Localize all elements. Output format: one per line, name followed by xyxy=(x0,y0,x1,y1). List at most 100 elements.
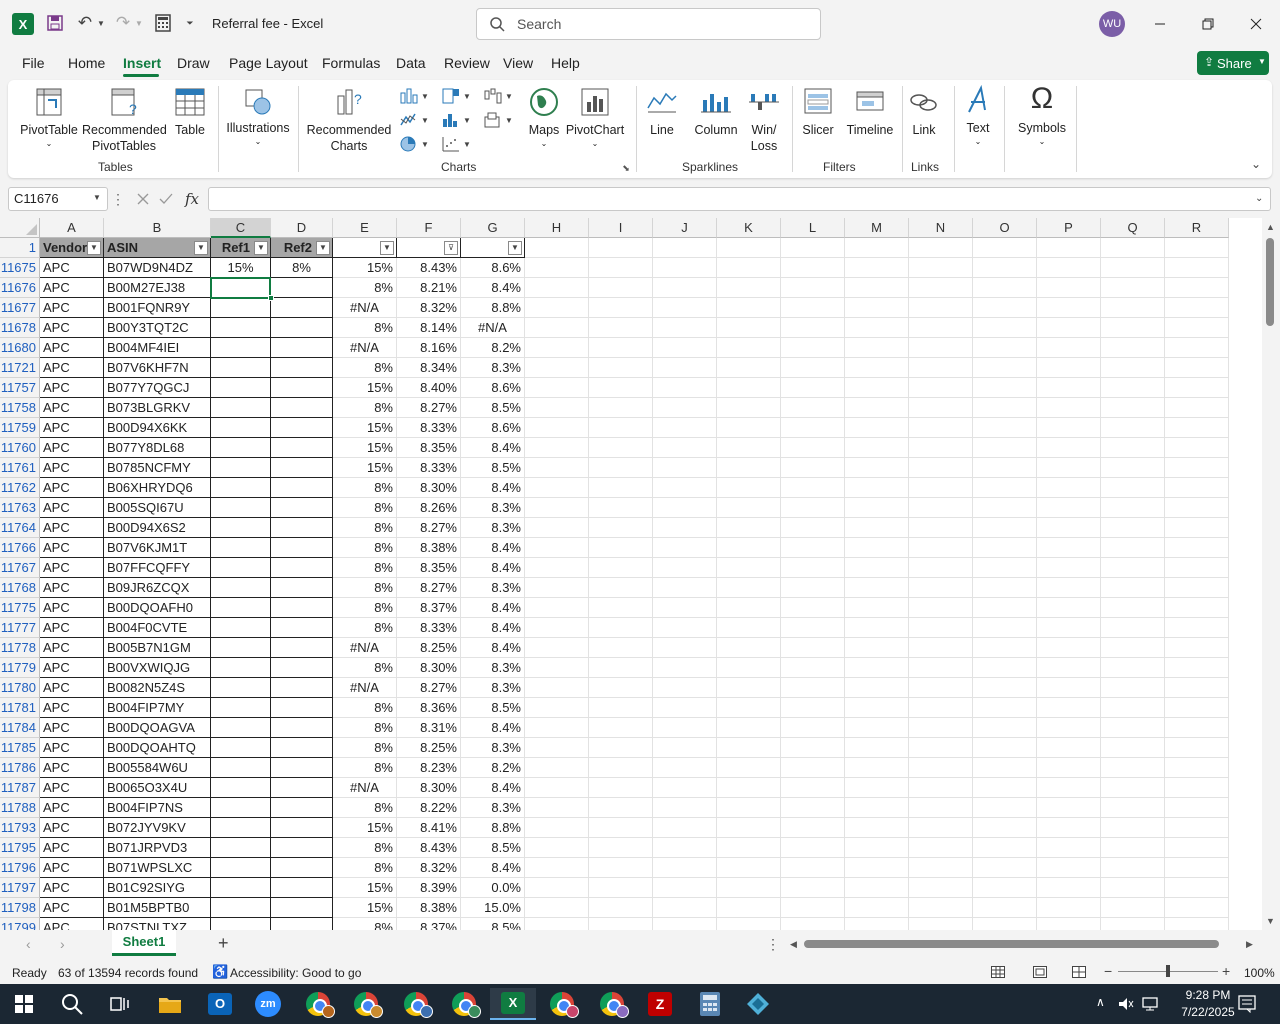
sparkline-column-button[interactable]: Column xyxy=(688,84,744,154)
cell[interactable] xyxy=(525,598,589,618)
header-cell-f[interactable]: ⊽ xyxy=(397,238,461,258)
cell-b[interactable]: B004FIP7MY xyxy=(104,698,211,718)
cell-c[interactable] xyxy=(211,658,271,678)
cell[interactable] xyxy=(973,578,1037,598)
taskbar-calculator[interactable] xyxy=(690,988,730,1020)
cell[interactable] xyxy=(1037,518,1101,538)
cell-a[interactable]: APC xyxy=(40,398,104,418)
cell-a[interactable]: APC xyxy=(40,498,104,518)
cell[interactable] xyxy=(1165,478,1229,498)
cell-d[interactable] xyxy=(271,658,333,678)
cell[interactable] xyxy=(589,518,653,538)
cell[interactable] xyxy=(781,258,845,278)
cell-f[interactable]: 8.25% xyxy=(397,638,461,658)
cell[interactable] xyxy=(653,238,717,258)
cell[interactable] xyxy=(973,618,1037,638)
cell[interactable] xyxy=(1037,918,1101,930)
zoom-slider-thumb[interactable] xyxy=(1166,965,1170,977)
cell[interactable] xyxy=(653,438,717,458)
cell-b[interactable]: B004F0CVTE xyxy=(104,618,211,638)
cell-g[interactable]: 8.4% xyxy=(461,778,525,798)
cell[interactable] xyxy=(845,658,909,678)
cell-f[interactable]: 8.41% xyxy=(397,818,461,838)
cell[interactable] xyxy=(1101,238,1165,258)
cell[interactable] xyxy=(845,618,909,638)
cell-a[interactable]: APC xyxy=(40,758,104,778)
row-header[interactable]: 11680 xyxy=(0,338,40,358)
cell-e[interactable]: 8% xyxy=(333,538,397,558)
start-button[interactable] xyxy=(4,988,44,1020)
column-header-d[interactable]: D xyxy=(271,218,333,238)
cell[interactable] xyxy=(653,558,717,578)
clock-date[interactable]: 7/22/2025 xyxy=(1168,1005,1248,1019)
cell[interactable] xyxy=(909,558,973,578)
cell[interactable] xyxy=(781,418,845,438)
scroll-up-icon[interactable]: ▲ xyxy=(1266,222,1275,232)
cell[interactable] xyxy=(1165,638,1229,658)
cell[interactable] xyxy=(589,698,653,718)
scroll-right-icon[interactable]: ▶ xyxy=(1246,939,1253,950)
cell-f[interactable]: 8.37% xyxy=(397,918,461,930)
cell[interactable] xyxy=(845,598,909,618)
cell[interactable] xyxy=(525,398,589,418)
cell[interactable] xyxy=(1165,838,1229,858)
row-header[interactable]: 11785 xyxy=(0,738,40,758)
network-icon[interactable] xyxy=(1142,996,1160,1012)
cell[interactable] xyxy=(1037,818,1101,838)
cell[interactable] xyxy=(1037,898,1101,918)
tab-page-layout[interactable]: Page Layout xyxy=(229,55,308,71)
cell-c[interactable] xyxy=(211,778,271,798)
cell-b[interactable]: B004MF4IEI xyxy=(104,338,211,358)
row-header[interactable]: 11793 xyxy=(0,818,40,838)
cell[interactable] xyxy=(845,558,909,578)
cell-a[interactable]: APC xyxy=(40,918,104,930)
cell[interactable] xyxy=(717,798,781,818)
cell-a[interactable]: APC xyxy=(40,818,104,838)
filter-dropdown-icon[interactable]: ▼ xyxy=(316,241,330,255)
cell[interactable] xyxy=(653,418,717,438)
cell-a[interactable]: APC xyxy=(40,258,104,278)
cell[interactable] xyxy=(717,298,781,318)
cell[interactable] xyxy=(781,498,845,518)
cell-b[interactable]: B005SQI67U xyxy=(104,498,211,518)
restore-icon[interactable] xyxy=(1196,14,1220,34)
cell[interactable] xyxy=(717,398,781,418)
cell[interactable] xyxy=(1165,818,1229,838)
cell[interactable] xyxy=(1101,778,1165,798)
cell-f[interactable]: 8.37% xyxy=(397,598,461,618)
row-header[interactable]: 11797 xyxy=(0,878,40,898)
redo-dropdown-icon[interactable]: ▼ xyxy=(134,16,144,30)
cell-e[interactable]: 8% xyxy=(333,738,397,758)
cell[interactable] xyxy=(1101,798,1165,818)
cell[interactable] xyxy=(909,498,973,518)
cell-g[interactable]: 8.4% xyxy=(461,638,525,658)
cell-e[interactable]: 8% xyxy=(333,578,397,598)
cell-d[interactable] xyxy=(271,918,333,930)
row-header[interactable]: 11780 xyxy=(0,678,40,698)
cell-f[interactable]: 8.30% xyxy=(397,778,461,798)
cell[interactable] xyxy=(909,258,973,278)
cell[interactable] xyxy=(973,818,1037,838)
cell[interactable] xyxy=(653,318,717,338)
cell-g[interactable]: 8.3% xyxy=(461,358,525,378)
cell-a[interactable]: APC xyxy=(40,898,104,918)
cell[interactable] xyxy=(1037,758,1101,778)
row-header[interactable]: 11775 xyxy=(0,598,40,618)
taskbar-chrome-1[interactable] xyxy=(298,988,338,1020)
cell[interactable] xyxy=(973,898,1037,918)
cell-g[interactable]: 8.5% xyxy=(461,398,525,418)
column-header-q[interactable]: Q xyxy=(1101,218,1165,238)
scroll-down-icon[interactable]: ▼ xyxy=(1266,916,1275,926)
calculator-icon[interactable] xyxy=(154,14,172,32)
scatter-chart-dropdown[interactable]: ▼ xyxy=(440,134,472,154)
cell[interactable] xyxy=(1165,618,1229,638)
cell[interactable] xyxy=(781,838,845,858)
zoom-level[interactable]: 100% xyxy=(1244,966,1275,980)
cell[interactable] xyxy=(589,798,653,818)
cell-e[interactable]: 8% xyxy=(333,838,397,858)
sparkline-line-button[interactable]: Line xyxy=(642,84,682,154)
cell[interactable] xyxy=(781,278,845,298)
filter-dropdown-icon[interactable]: ▼ xyxy=(87,241,101,255)
cell-a[interactable]: APC xyxy=(40,278,104,298)
cell[interactable] xyxy=(1101,518,1165,538)
